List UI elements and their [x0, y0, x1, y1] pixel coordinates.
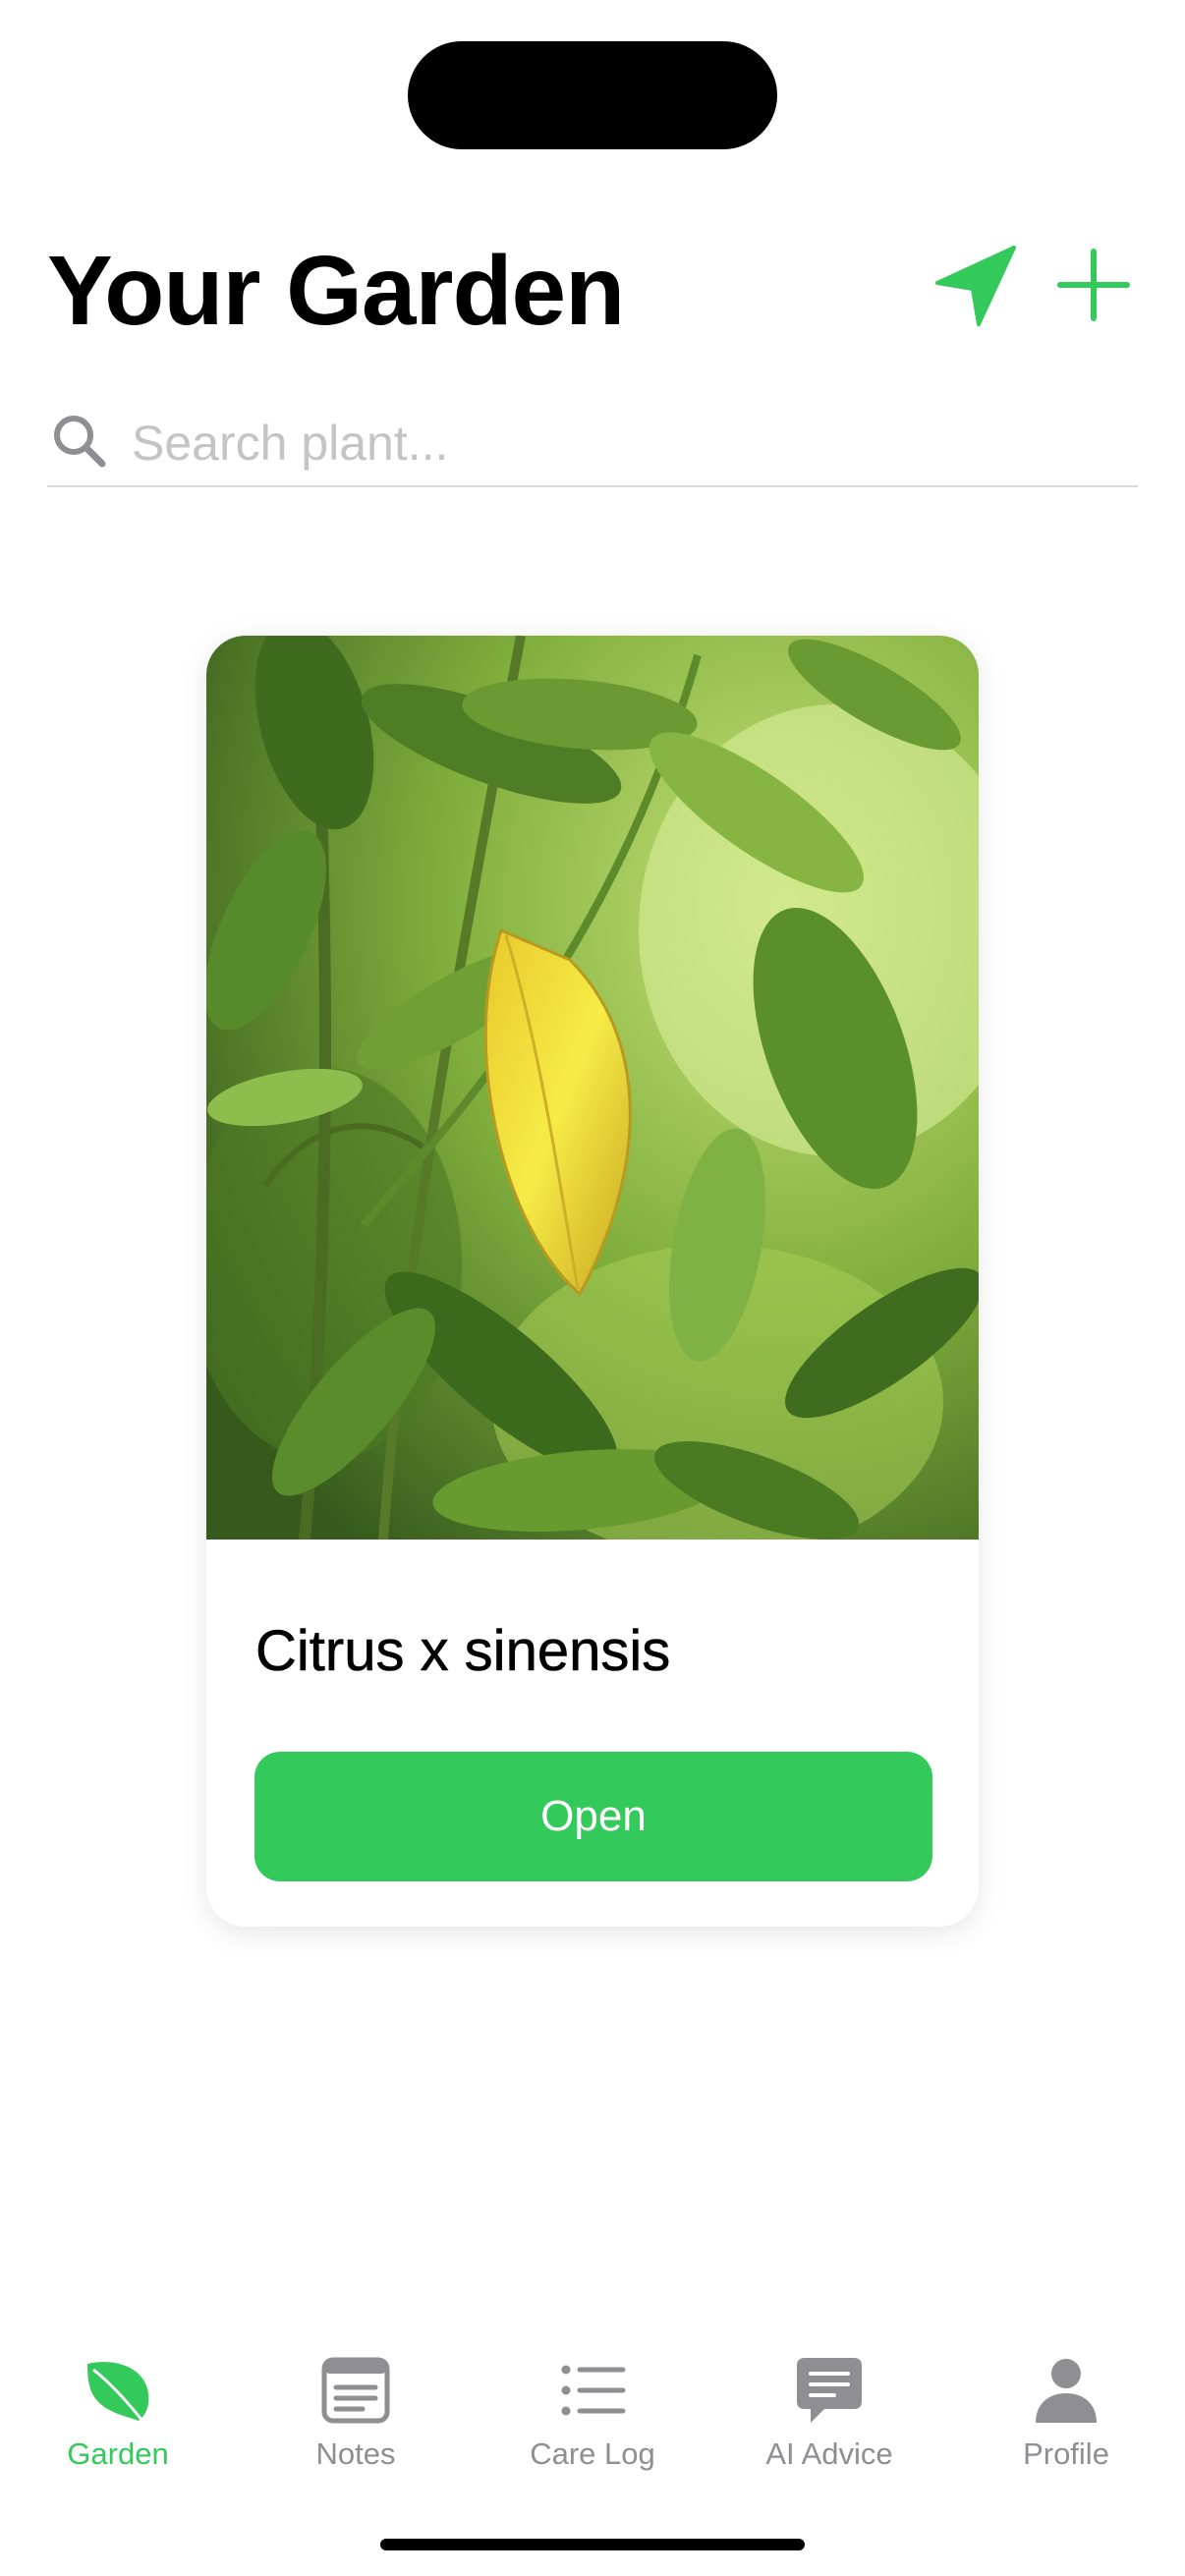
tab-notes[interactable]: Notes — [238, 2338, 474, 2495]
tab-label: Profile — [1023, 2436, 1109, 2471]
note-icon — [321, 2357, 390, 2424]
tab-garden[interactable]: Garden — [0, 2338, 236, 2495]
open-plant-button[interactable]: Open — [254, 1752, 932, 1881]
tab-bar: Garden Notes Care Log AI Advice Profile — [0, 2338, 1185, 2495]
tab-label: Notes — [315, 2436, 396, 2471]
plant-name: Citrus x sinensis — [255, 1619, 671, 1684]
person-icon — [1036, 2359, 1097, 2423]
tab-profile[interactable]: Profile — [948, 2338, 1184, 2495]
list-icon — [561, 2365, 626, 2416]
tab-label: Care Log — [530, 2436, 655, 2471]
search-bar — [47, 405, 1138, 487]
leaf-icon — [87, 2362, 149, 2422]
location-arrow-icon[interactable] — [933, 246, 1016, 328]
tab-label: AI Advice — [765, 2436, 893, 2471]
search-icon — [54, 416, 106, 468]
chat-bubble-icon — [797, 2358, 862, 2423]
plant-photo — [206, 636, 979, 1540]
home-indicator — [380, 2539, 805, 2550]
page-title: Your Garden — [47, 236, 625, 346]
tab-label: Garden — [67, 2436, 169, 2471]
plus-icon[interactable] — [1056, 248, 1131, 322]
plant-card: Citrus x sinensis Open — [206, 636, 979, 1927]
dynamic-island — [408, 41, 777, 149]
tab-ai-advice[interactable]: AI Advice — [711, 2338, 947, 2495]
search-input[interactable] — [130, 405, 1116, 481]
tab-care-log[interactable]: Care Log — [475, 2338, 710, 2495]
garden-screen: Your Garden Search plant... Citrus x sin… — [0, 0, 1185, 2576]
